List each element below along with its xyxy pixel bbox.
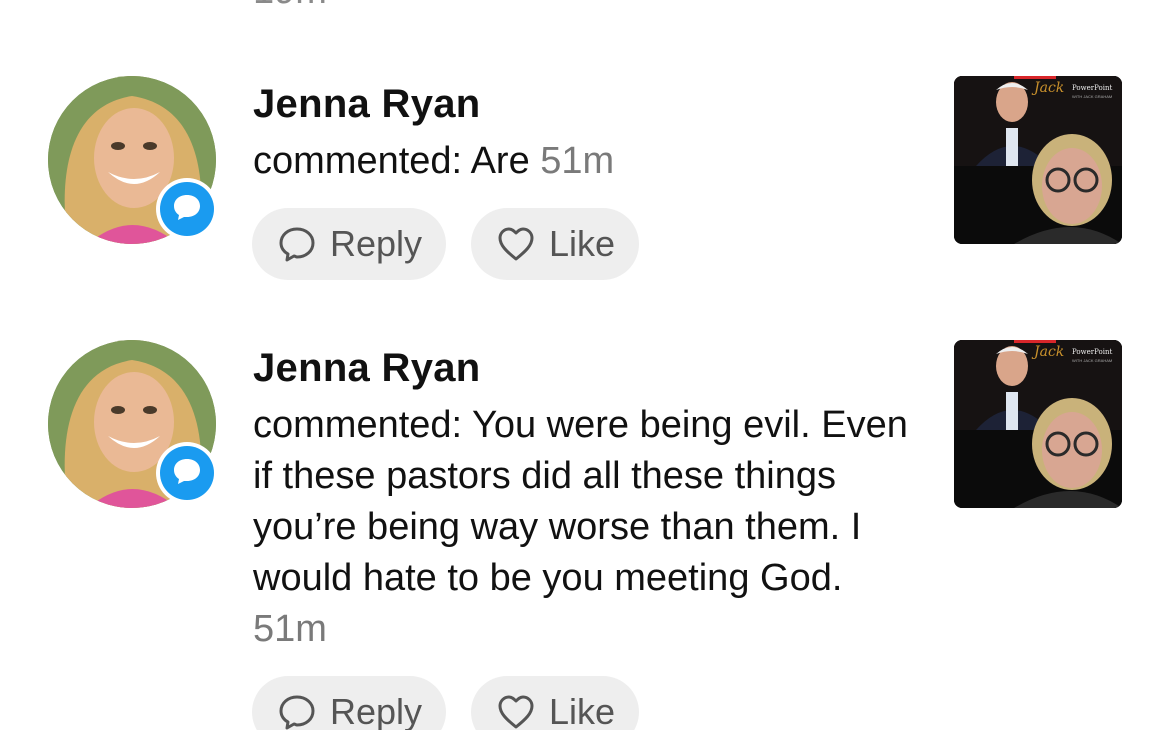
author-avatar[interactable] xyxy=(48,340,218,508)
like-button[interactable]: Like xyxy=(471,676,639,730)
thumbnail-brand: Jack xyxy=(1034,344,1065,360)
notifications-screen: 19m xyxy=(0,0,1170,730)
author-name[interactable]: Jenna Ryan xyxy=(253,344,481,392)
notification-item[interactable]: Jenna Ryan commented: You were being evi… xyxy=(0,0,1170,730)
like-label: Like xyxy=(549,691,616,730)
comment-bubble-icon xyxy=(172,457,202,490)
comment-text: commented: You were being evil. Even if … xyxy=(253,400,913,655)
thumbnail-subtitle: WITH JACK GRAHAM xyxy=(1072,358,1113,363)
reply-button[interactable]: Reply xyxy=(252,676,446,730)
comment-badge xyxy=(156,442,218,504)
timestamp: 51m xyxy=(253,608,327,650)
heart-outline-icon xyxy=(495,691,537,730)
reply-label: Reply xyxy=(330,691,423,730)
comment-prefix: commented: xyxy=(253,404,463,446)
thumbnail-title: PowerPoint xyxy=(1072,348,1113,356)
speech-bubble-outline-icon xyxy=(276,691,318,730)
video-thumbnail[interactable]: Jack PowerPoint WITH JACK GRAHAM xyxy=(954,340,1122,508)
